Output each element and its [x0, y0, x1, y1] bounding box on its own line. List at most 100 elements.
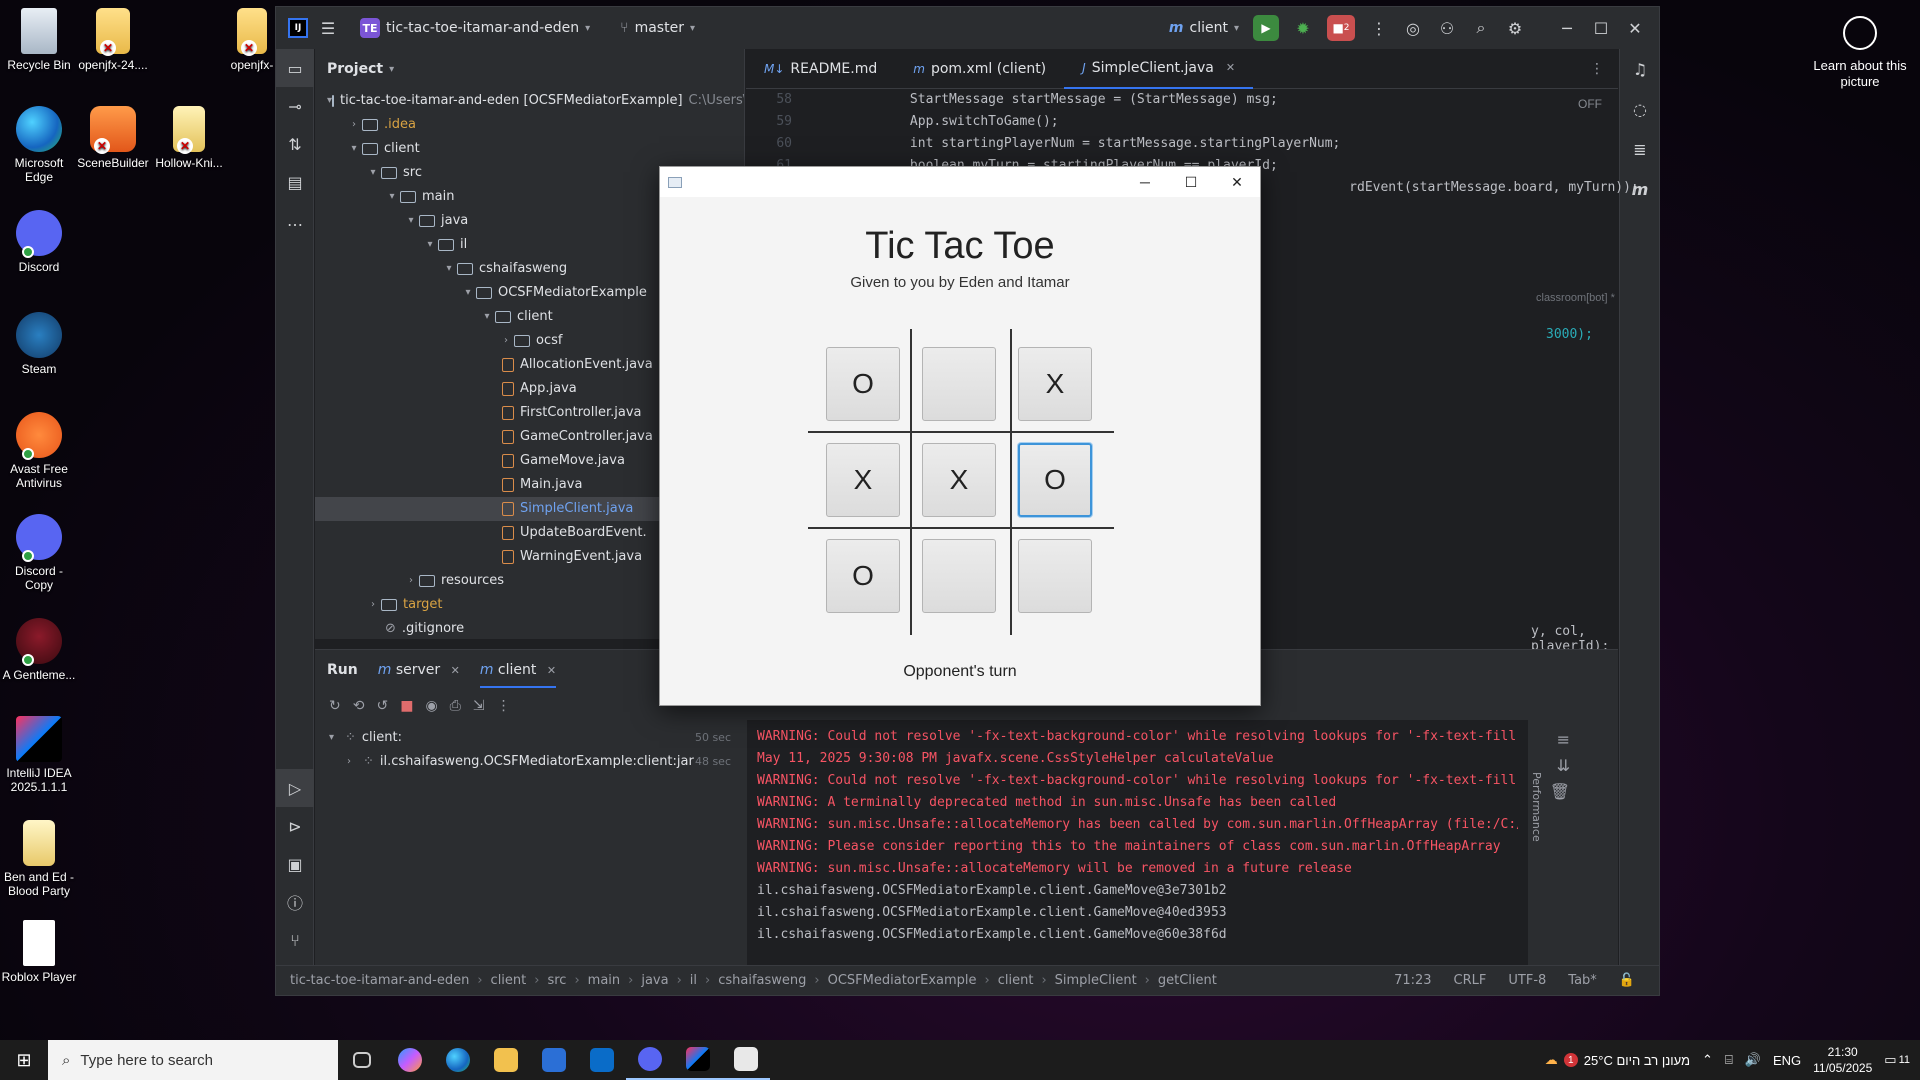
indent-setting[interactable]: Tab*: [1568, 973, 1597, 988]
ai-assistant-button[interactable]: ◎: [1403, 19, 1423, 38]
network-icon[interactable]: ⌸: [1725, 1052, 1733, 1068]
breadcrumb-item[interactable]: src: [547, 973, 566, 988]
terminal-tool-button[interactable]: ▣: [276, 845, 314, 883]
commit-tool-button[interactable]: ⊸: [276, 87, 314, 125]
more-actions-button[interactable]: ⋮: [1369, 19, 1389, 38]
breadcrumb-item[interactable]: tic-tac-toe-itamar-and-eden: [290, 973, 469, 988]
chevron-right-icon[interactable]: ›: [498, 329, 514, 353]
database-button[interactable]: ≣: [1620, 129, 1659, 169]
store-button[interactable]: [530, 1040, 578, 1080]
breadcrumb-item[interactable]: main: [588, 973, 620, 988]
maximize-button[interactable]: ☐: [1168, 167, 1214, 197]
java-app-button[interactable]: [722, 1040, 770, 1080]
inlay-off-label[interactable]: OFF: [1578, 97, 1602, 111]
run-button[interactable]: ▶: [1253, 15, 1279, 41]
services-tool-button[interactable]: ⊳: [276, 807, 314, 845]
chevron-right-icon[interactable]: ›: [365, 593, 381, 617]
settings-button[interactable]: ⚙: [1505, 19, 1525, 38]
chevron-right-icon[interactable]: ›: [347, 750, 363, 774]
cursor-position[interactable]: 71:23: [1394, 973, 1431, 988]
learn-about-picture[interactable]: Learn about this picture: [1800, 12, 1920, 90]
chevron-right-icon[interactable]: ›: [403, 569, 419, 593]
main-menu-button[interactable]: ☰: [318, 19, 338, 38]
project-panel-header[interactable]: Project ▾: [315, 49, 744, 89]
chevron-down-icon[interactable]: ▾: [479, 305, 495, 329]
breadcrumb-item[interactable]: client: [491, 973, 527, 988]
structure-tool-button[interactable]: ▤: [276, 163, 314, 201]
outlook-button[interactable]: [578, 1040, 626, 1080]
breadcrumb-item[interactable]: il: [690, 973, 697, 988]
editor-tab[interactable]: M↓ README.md: [746, 49, 895, 89]
trash-icon[interactable]: 🗑: [1550, 782, 1570, 801]
notification-center[interactable]: ▭ 11: [1884, 1052, 1910, 1068]
breadcrumb-item[interactable]: cshaifasweng: [718, 973, 806, 988]
soft-wrap-icon[interactable]: ≡: [1557, 730, 1570, 749]
taskbar-search[interactable]: ⌕ Type here to search: [48, 1040, 338, 1080]
run-tab-server[interactable]: m server ✕: [378, 662, 460, 678]
run-tree-row[interactable]: ▾ ⁘ client: 50 sec: [315, 726, 745, 750]
desktop-icon-gentleman[interactable]: A Gentleme...: [0, 618, 78, 682]
more-tools-button[interactable]: …: [276, 201, 314, 239]
file-encoding[interactable]: UTF-8: [1508, 973, 1546, 988]
breadcrumb-item[interactable]: getClient: [1158, 973, 1217, 988]
desktop-icon-ben-and-ed[interactable]: Ben and Ed - Blood Party: [0, 820, 78, 898]
tree-row[interactable]: › .idea: [315, 113, 744, 137]
board-cell-2-0[interactable]: O: [826, 539, 900, 613]
copilot-button[interactable]: [386, 1040, 434, 1080]
run-tree-row[interactable]: › ⁘ il.cshaifasweng.OCSFMediatorExample:cl…: [315, 750, 745, 774]
chevron-down-icon[interactable]: ▾: [346, 137, 362, 161]
chevron-down-icon[interactable]: ▾: [460, 281, 476, 305]
debug-button[interactable]: ✹: [1293, 19, 1313, 38]
board-cell-1-2[interactable]: O: [1018, 443, 1092, 517]
board-cell-2-1[interactable]: [922, 539, 996, 613]
discord-button[interactable]: [626, 1040, 674, 1080]
performance-label[interactable]: Performance: [1530, 772, 1543, 842]
minimize-button[interactable]: ─: [1122, 167, 1168, 197]
maximize-button[interactable]: ☐: [1591, 19, 1611, 38]
search-everywhere-button[interactable]: ⌕: [1471, 18, 1491, 38]
tree-row[interactable]: ▾ client: [315, 137, 744, 161]
restart-icon[interactable]: ↺: [376, 698, 388, 714]
desktop-icon-steam[interactable]: Steam: [0, 312, 78, 376]
chevron-down-icon[interactable]: ▾: [422, 233, 438, 257]
start-button[interactable]: ⊞: [0, 1050, 48, 1071]
desktop-icon-openjfx-2[interactable]: ✕ openjfx-: [222, 8, 282, 72]
intellij-button[interactable]: [674, 1040, 722, 1080]
minimize-button[interactable]: ─: [1557, 19, 1577, 38]
edge-button[interactable]: [434, 1040, 482, 1080]
board-cell-0-2[interactable]: X: [1018, 347, 1092, 421]
breadcrumb-item[interactable]: client: [998, 973, 1034, 988]
show-output-icon[interactable]: ◉: [425, 698, 437, 714]
desktop-icon-roblox[interactable]: Roblox Player: [0, 920, 78, 984]
code-with-me-button[interactable]: ⚇: [1437, 19, 1457, 38]
chevron-down-icon[interactable]: ▾: [441, 257, 457, 281]
desktop-icon-hollow-knight[interactable]: ✕ Hollow-Kni...: [150, 106, 228, 170]
board-cell-1-0[interactable]: X: [826, 443, 900, 517]
stop-icon[interactable]: ■: [400, 698, 413, 714]
desktop-icon-edge[interactable]: Microsoft Edge: [0, 106, 78, 184]
rerun-failed-icon[interactable]: ⟲: [353, 698, 365, 714]
stop-button[interactable]: ■ 2: [1327, 15, 1355, 41]
console-output[interactable]: WARNING: Could not resolve '-fx-text-bac…: [747, 720, 1528, 965]
pull-requests-tool-button[interactable]: ⇅: [276, 125, 314, 163]
close-icon[interactable]: ✕: [1226, 61, 1235, 74]
breadcrumb-item[interactable]: java: [641, 973, 668, 988]
clock[interactable]: 21:30 11/05/2025: [1813, 1044, 1872, 1076]
desktop-icon-discord-copy[interactable]: Discord - Copy: [0, 514, 78, 592]
chevron-down-icon[interactable]: ▾: [365, 161, 381, 185]
board-cell-0-1[interactable]: [922, 347, 996, 421]
run-tool-button[interactable]: ▷: [276, 769, 314, 807]
desktop-icon-discord[interactable]: Discord: [0, 210, 78, 274]
weather-widget[interactable]: ☁ 1 25°C מעונן רב היום: [1545, 1052, 1690, 1068]
lock-icon[interactable]: 🔓: [1619, 973, 1635, 988]
problems-tool-button[interactable]: ⓘ: [276, 883, 314, 921]
project-switcher[interactable]: TE tic-tac-toe-itamar-and-eden ▾: [360, 18, 590, 38]
camera-icon[interactable]: ⎙: [450, 698, 461, 714]
rerun-icon[interactable]: ↻: [329, 698, 341, 714]
breadcrumb-item[interactable]: SimpleClient: [1055, 973, 1137, 988]
desktop-icon-openjfx-1[interactable]: ✕ openjfx-24....: [74, 8, 152, 72]
chevron-up-icon[interactable]: ⌃: [1702, 1052, 1713, 1068]
board-cell-0-0[interactable]: O: [826, 347, 900, 421]
close-button[interactable]: ✕: [1625, 19, 1645, 38]
run-config-selector[interactable]: m client ▾: [1169, 20, 1239, 36]
